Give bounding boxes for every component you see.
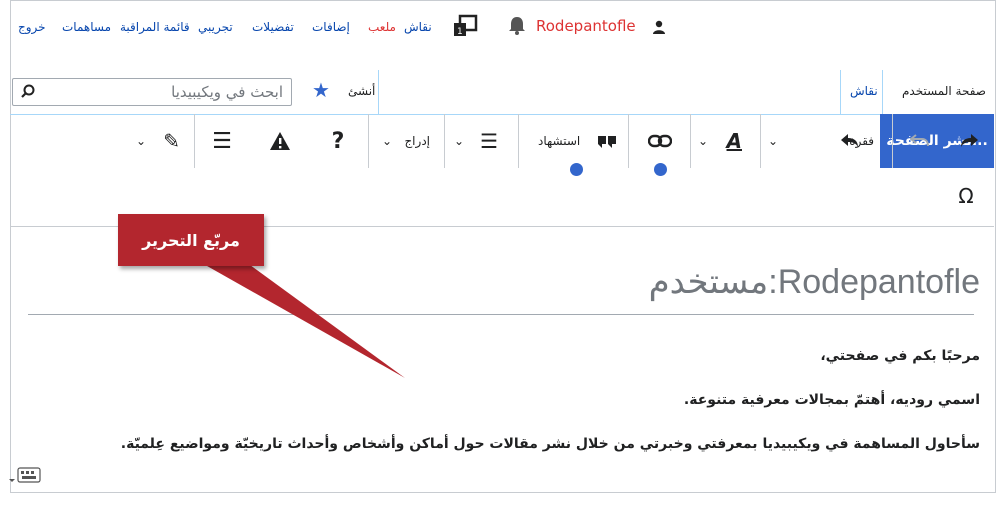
editing-box-callout: مربّع التحرير xyxy=(118,214,264,266)
